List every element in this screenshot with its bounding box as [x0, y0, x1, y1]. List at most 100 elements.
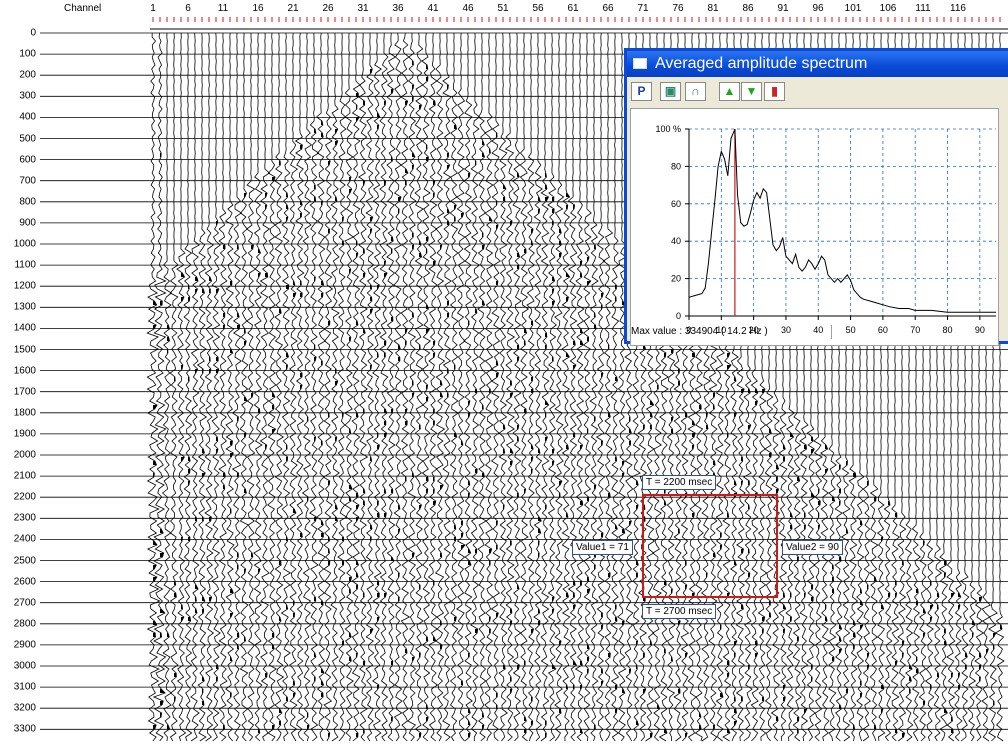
channel-tick-label: 41: [427, 3, 439, 14]
zoom-fit-button[interactable]: ▣: [660, 82, 681, 101]
channel-tick-label: 96: [812, 3, 824, 14]
time-tick-label: 3100: [13, 681, 36, 693]
y-tick-label: 0: [676, 311, 681, 321]
seismic-trace: [358, 33, 369, 742]
channel-tick-label: 106: [879, 3, 897, 14]
seismic-trace: [224, 32, 235, 742]
seismic-trace: [259, 32, 271, 742]
seismic-trace: [400, 32, 411, 742]
seismic-trace: [519, 32, 530, 742]
time-tick-label: 1900: [13, 428, 36, 440]
time-tick-label: 2600: [13, 576, 36, 588]
window-icon[interactable]: [633, 58, 647, 69]
time-tick-label: 500: [19, 133, 36, 144]
scale-up-button[interactable]: ▲: [719, 82, 740, 101]
time-tick-label: 2700: [13, 597, 36, 609]
y-tick-label: 20: [671, 274, 681, 284]
time-tick-label: 700: [19, 175, 36, 187]
spectrum-window[interactable]: Averaged amplitude spectrum P ▣ ∩ ▲ ▼ ▮ 0 20 40…: [624, 48, 1008, 346]
seismic-trace: [280, 32, 292, 742]
seismic-trace: [183, 32, 193, 742]
channel-tick-label: 51: [497, 3, 509, 14]
channel-tick-label: 31: [357, 3, 369, 14]
seismic-trace: [288, 32, 298, 742]
time-tick-label: 0: [30, 27, 36, 39]
time-tick-label: 1100: [14, 259, 36, 271]
channel-tick-label: 116: [950, 3, 966, 14]
channel-tick-label: 66: [602, 3, 614, 14]
seismic-trace: [511, 32, 522, 742]
time-top-marker[interactable]: T = 2200 msec: [642, 475, 717, 490]
seismic-trace: [211, 32, 221, 742]
scale-down-button[interactable]: ▼: [741, 82, 762, 101]
seismic-trace: [176, 32, 187, 742]
channel-tick-label: 26: [322, 3, 334, 14]
triangle-down-icon: ▼: [745, 84, 758, 98]
seismic-trace: [561, 33, 571, 742]
time-axis: 0 100 200 300 400 500 600 700 800 900 1000 1100 1200…: [0, 27, 150, 744]
max-value-status: Max value : 334904 ( 14.2 Hz ): [631, 326, 768, 337]
spectrum-body: P ▣ ∩ ▲ ▼ ▮ 0 20 40 60 80 100 % 0 10 20 30 40 50 60 70 80 90…: [627, 77, 1008, 346]
seismic-trace: [267, 32, 277, 742]
seismic-trace: [337, 32, 348, 742]
seismic-trace: [456, 32, 466, 742]
time-tick-label: 600: [19, 154, 36, 166]
channel-tick-label: 36: [392, 3, 404, 14]
seismic-trace: [365, 32, 375, 742]
time-bottom-marker[interactable]: T = 2700 msec: [642, 604, 717, 619]
bell-curve-icon: ∩: [691, 84, 700, 98]
seismic-trace: [574, 33, 585, 742]
time-tick-label: 2200: [13, 491, 36, 503]
seismic-trace: [393, 32, 403, 742]
seismic-trace: [231, 32, 243, 742]
seismic-trace: [490, 32, 501, 742]
seismic-trace: [442, 33, 452, 742]
time-tick-label: 2900: [13, 639, 36, 651]
time-tick-label: 2300: [13, 512, 36, 524]
status-bar: Max value : 334904 ( 14.2 Hz ): [627, 323, 1008, 341]
value1-marker[interactable]: Value1 = 71: [572, 540, 633, 555]
channel-tick-label: 86: [742, 3, 754, 14]
channel-tick-label: 71: [637, 3, 649, 14]
seismic-trace: [316, 32, 326, 742]
seismic-trace: [498, 32, 509, 742]
time-tick-label: 1400: [13, 322, 36, 334]
seismic-trace: [554, 32, 565, 742]
seismic-trace: [196, 32, 208, 742]
seismic-trace: [427, 32, 439, 742]
channel-tick-label: 1: [150, 3, 156, 14]
seismic-trace: [379, 32, 389, 742]
seismic-trace: [540, 32, 550, 742]
seismic-trace: [190, 32, 200, 742]
channel-header: Channel 1 6 11 16 21 26 31 36 41 46 51 56 61 66 71 76 81…: [0, 0, 1008, 30]
spectrum-title-bar[interactable]: Averaged amplitude spectrum: [627, 51, 1008, 77]
seismic-trace: [595, 32, 606, 742]
time-tick-label: 200: [19, 69, 36, 81]
channel-tick-label: 21: [287, 3, 299, 14]
channel-tick-label: 76: [672, 3, 684, 14]
seismic-trace: [463, 32, 473, 742]
seismic-trace: [274, 32, 285, 742]
seismic-trace: [386, 32, 397, 742]
seismic-trace: [533, 32, 543, 742]
time-tick-label: 3000: [13, 660, 36, 672]
selection-rectangle[interactable]: [642, 494, 778, 598]
seismic-trace: [169, 32, 179, 742]
time-tick-label: 3300: [13, 723, 36, 735]
channel-tick-label: 16: [252, 3, 264, 14]
time-tick-label: 2000: [13, 449, 36, 461]
value2-marker[interactable]: Value2 = 90: [782, 540, 843, 555]
channel-tick-label: 56: [532, 3, 544, 14]
seismic-trace: [161, 32, 173, 742]
time-tick-label: 1300: [13, 301, 36, 313]
seismic-trace: [294, 32, 306, 742]
seismic-trace: [434, 32, 446, 742]
print-button[interactable]: P: [631, 82, 652, 101]
seismic-trace: [526, 32, 536, 742]
smooth-button[interactable]: ∩: [685, 82, 706, 101]
seismic-trace: [322, 32, 334, 742]
time-tick-label: 1700: [13, 386, 36, 398]
time-tick-label: 1800: [13, 407, 36, 419]
bar-chart-button[interactable]: ▮: [764, 82, 785, 101]
spectrum-chart: 0 20 40 60 80 100 % 0 10 20 30 40 50 60 70 80 90: [630, 108, 999, 346]
